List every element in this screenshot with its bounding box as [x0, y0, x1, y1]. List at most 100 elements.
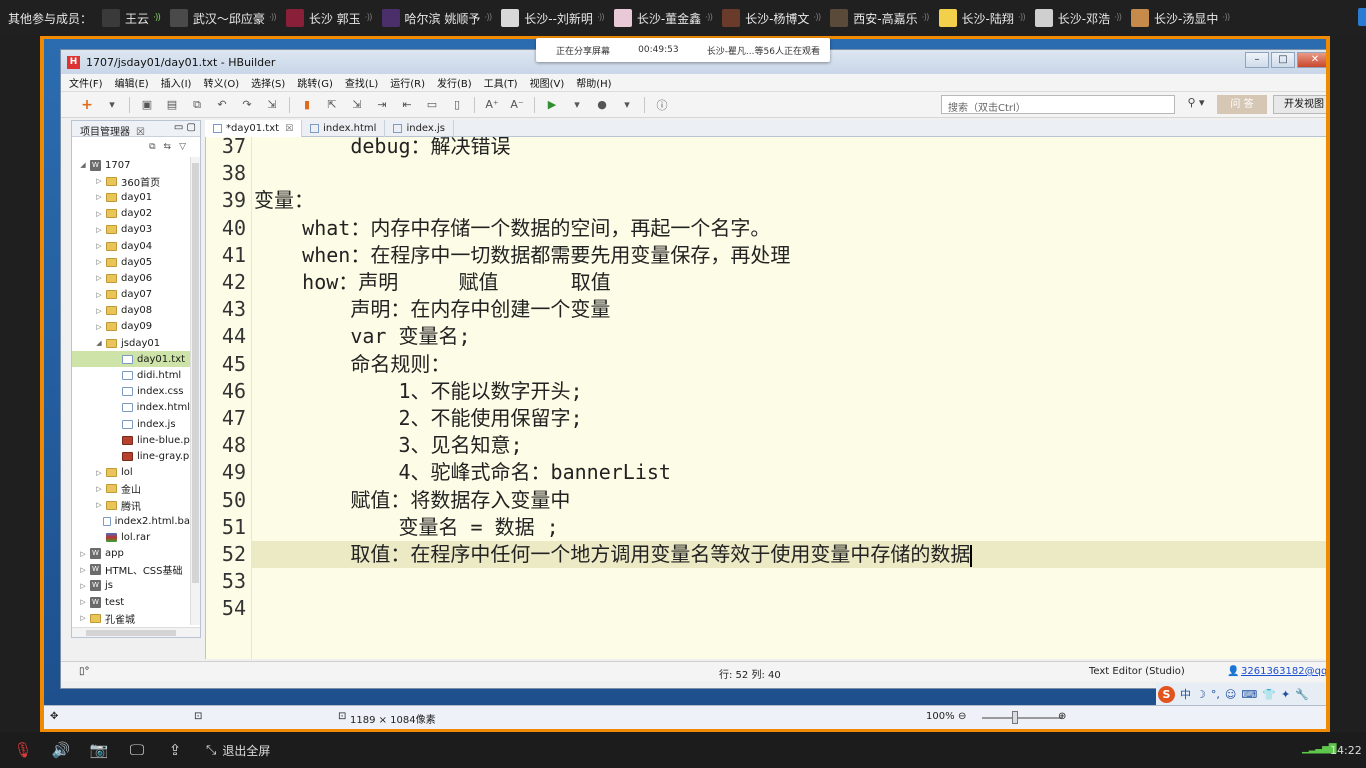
code-line[interactable]: 3、见名知意; [254, 432, 522, 459]
participant[interactable]: 武汉～邱应豪 ·)) [169, 9, 277, 27]
tree-item[interactable]: ▷ day01 [72, 189, 190, 205]
code-line[interactable]: 2、不能使用保留字; [254, 405, 582, 432]
tree-item[interactable]: index.html [72, 400, 190, 416]
code-editor[interactable]: 37 debug：解决错误 38 39 变量： 40 what：内存中存储一个数据的空间… [205, 137, 1326, 659]
redo-icon[interactable]: ↷ [239, 97, 255, 113]
new-file-icon[interactable]: + [79, 97, 95, 113]
tree-horizontal-scrollbar[interactable] [72, 627, 200, 637]
mic-muted-icon[interactable]: 🎙 [12, 739, 34, 761]
tree-item[interactable]: didi.html [72, 367, 190, 383]
editor-tab[interactable]: *day01.txt ☒ [205, 120, 303, 137]
collapsed-arrow-icon[interactable]: ▷ [94, 210, 104, 218]
expand-panel-handle[interactable] [1358, 8, 1366, 26]
collapsed-arrow-icon[interactable]: ▷ [94, 323, 104, 331]
maximize-button[interactable]: □ [1271, 52, 1295, 68]
menu-item[interactable]: 查找(L) [345, 75, 378, 90]
search-icon[interactable]: ⚲ ▾ [1181, 96, 1211, 113]
participant[interactable]: 长沙-陆翔 ·)) [938, 9, 1026, 27]
font-decrease-icon[interactable]: A⁻ [509, 97, 525, 113]
tree-item[interactable]: ▷ day07 [72, 287, 190, 303]
participant[interactable]: 哈尔滨 姚顺予 ·)) [381, 9, 492, 27]
code-line[interactable]: 4、驼峰式命名：bannerList [254, 459, 670, 486]
close-panel-icon[interactable]: ☒ [136, 127, 145, 138]
user-account-link[interactable]: 3261363182@qq.co [1241, 666, 1326, 677]
code-line[interactable]: when：在程序中一切数据都需要先用变量保存，再处理 [254, 242, 790, 269]
code-line[interactable]: 变量名 = 数据 ; [254, 514, 558, 541]
tree-item[interactable]: ▷ 腾讯 [72, 497, 190, 513]
ime-tray-icon[interactable]: 中 [1180, 686, 1191, 702]
collapsed-arrow-icon[interactable]: ▷ [94, 177, 104, 185]
code-line[interactable]: debug：解决错误 [254, 137, 510, 160]
collapse-all-icon[interactable]: ⧉ [149, 142, 155, 152]
tree-item[interactable]: ▷ Wtest [72, 594, 190, 610]
tree-item[interactable]: ▷ day09 [72, 319, 190, 335]
tree-item[interactable]: lol.rar [72, 529, 190, 545]
outdent-icon[interactable]: ⇤ [399, 97, 415, 113]
participant[interactable]: 长沙-邓浩 ·)) [1034, 9, 1122, 27]
minimize-button[interactable]: – [1245, 52, 1269, 68]
tree-item[interactable]: ▷ day08 [72, 303, 190, 319]
ime-tray-icon[interactable]: 🔧 [1295, 688, 1309, 701]
close-window-button[interactable]: ✕ [1297, 52, 1326, 68]
participant[interactable]: 王云 ·)) [102, 9, 161, 27]
menu-item[interactable]: 转义(O) [203, 75, 239, 90]
project-panel-tab[interactable]: 项目管理器 ☒ ▭ ▢ [72, 121, 200, 138]
editor-tab[interactable]: index.html [302, 120, 386, 137]
save-all-icon[interactable]: ▤ [164, 97, 180, 113]
bookmark-icon[interactable]: ▮ [299, 97, 315, 113]
zoom-in-icon[interactable]: ⊕ [1058, 711, 1066, 722]
collapsed-arrow-icon[interactable]: ▷ [78, 598, 88, 606]
camera-off-icon[interactable]: 📷 [88, 739, 110, 761]
code-area[interactable]: 37 debug：解决错误 38 39 变量： 40 what：内存中存储一个数据的空间… [206, 137, 1326, 659]
uncomment-icon[interactable]: ▯ [449, 97, 465, 113]
menu-item[interactable]: 视图(V) [530, 75, 565, 90]
search-input[interactable]: 搜索（双击Ctrl） [941, 95, 1175, 114]
ime-tray-icon[interactable]: ☽ [1196, 688, 1206, 701]
code-line[interactable]: what：内存中存储一个数据的空间，再起一个名字。 [254, 215, 770, 242]
ime-tray-icon[interactable]: °, [1211, 688, 1220, 701]
browser-icon[interactable]: ● [594, 97, 610, 113]
collapsed-arrow-icon[interactable]: ▷ [94, 274, 104, 282]
collapsed-arrow-icon[interactable]: ▷ [94, 485, 104, 493]
tree-item[interactable]: ▷ day06 [72, 270, 190, 286]
tree-item[interactable]: index.js [72, 416, 190, 432]
collapsed-arrow-icon[interactable]: ▷ [94, 258, 104, 266]
menu-item[interactable]: 运行(R) [390, 75, 425, 90]
collapsed-arrow-icon[interactable]: ▷ [94, 501, 104, 509]
zoom-out-icon[interactable]: ⊖ [958, 711, 966, 722]
code-line[interactable]: 赋值：将数据存入变量中 [254, 487, 570, 514]
collapsed-arrow-icon[interactable]: ▷ [78, 582, 88, 590]
browser-dropdown-icon[interactable]: ▾ [619, 97, 635, 113]
close-tab-icon[interactable]: ☒ [285, 124, 293, 134]
indent-icon[interactable]: ⇥ [374, 97, 390, 113]
tree-vertical-scrollbar[interactable] [190, 157, 200, 625]
tree-item[interactable]: ▷ day02 [72, 206, 190, 222]
code-line[interactable]: 声明：在内存中创建一个变量 [254, 296, 610, 323]
participant[interactable]: 长沙--刘新明 ·)) [501, 9, 605, 27]
screen-share-icon[interactable]: 🖵 [126, 739, 148, 761]
collapsed-arrow-icon[interactable]: ▷ [94, 469, 104, 477]
ime-tray-icon[interactable]: S [1158, 685, 1175, 703]
participant[interactable]: 长沙-董金鑫 ·)) [613, 9, 713, 27]
speaker-icon[interactable]: 🔊 [50, 739, 72, 761]
menu-item[interactable]: 发行(B) [437, 75, 472, 90]
next-bookmark-icon[interactable]: ⇲ [349, 97, 365, 113]
run-icon[interactable]: ▶ [544, 97, 560, 113]
collapsed-arrow-icon[interactable]: ▷ [94, 242, 104, 250]
collapsed-arrow-icon[interactable]: ▷ [94, 291, 104, 299]
tree-item[interactable]: ▷ day03 [72, 222, 190, 238]
ime-tray-icon[interactable]: 👕 [1262, 688, 1276, 701]
participant[interactable]: 西安-高嘉乐 ·)) [830, 9, 930, 27]
menu-item[interactable]: 编辑(E) [115, 75, 149, 90]
expanded-arrow-icon[interactable]: ◢ [94, 339, 104, 347]
collapsed-arrow-icon[interactable]: ▷ [94, 307, 104, 315]
menu-item[interactable]: 帮助(H) [576, 75, 611, 90]
participant[interactable]: 长沙-汤显中 ·)) [1131, 9, 1230, 27]
tree-item[interactable]: ▷ W HTML、CSS基础 [72, 562, 190, 578]
exit-fullscreen-button[interactable]: ⤡ 退出全屏 [206, 742, 270, 759]
ask-button[interactable]: 问 答 [1217, 95, 1267, 114]
ime-tray-icon[interactable]: ☺ [1225, 688, 1236, 701]
tree-item[interactable]: ▷ Wapp [72, 546, 190, 562]
tree-item[interactable]: ▷ day04 [72, 238, 190, 254]
link-editor-icon[interactable]: ⇆ [164, 142, 172, 152]
